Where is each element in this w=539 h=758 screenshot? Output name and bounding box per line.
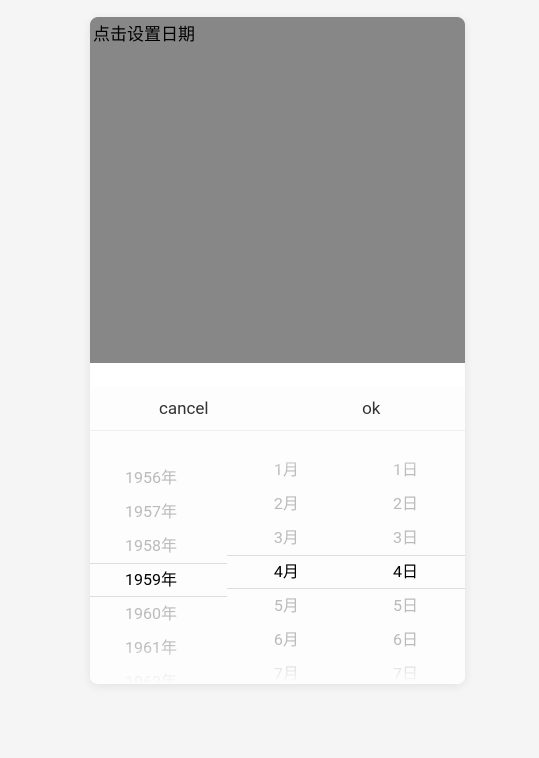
year-column[interactable]: 1956年 1957年 1958年 1959年 1960年 1961年 1962…	[90, 431, 227, 684]
year-option[interactable]: 1960年	[90, 597, 227, 631]
day-items: 1日 2日 3日 4日 5日 6日 7日	[346, 453, 465, 684]
day-option[interactable]: 6日	[346, 623, 465, 657]
cancel-button[interactable]: cancel	[90, 387, 278, 430]
month-option[interactable]: 6月	[227, 623, 346, 657]
month-option-selected[interactable]: 4月	[227, 555, 346, 589]
month-items: 1月 2月 3月 4月 5月 6月 7月	[227, 453, 346, 684]
day-option[interactable]: 1日	[346, 453, 465, 487]
year-option[interactable]: 1958年	[90, 529, 227, 563]
picker-columns: 1956年 1957年 1958年 1959年 1960年 1961年 1962…	[90, 431, 465, 684]
year-option[interactable]: 1962年	[90, 665, 227, 684]
day-option-selected[interactable]: 4日	[346, 555, 465, 589]
date-picker: cancel ok 1956年 1957年 1958年 1959年 1960年 …	[90, 387, 465, 684]
day-option[interactable]: 5日	[346, 589, 465, 623]
modal-backdrop[interactable]: 点击设置日期	[90, 17, 465, 363]
year-option[interactable]: 1961年	[90, 631, 227, 665]
month-option[interactable]: 2月	[227, 487, 346, 521]
month-option[interactable]: 5月	[227, 589, 346, 623]
month-option[interactable]: 7月	[227, 657, 346, 684]
device-frame: 点击设置日期 cancel ok 1956年 1957年 1958年 1959年…	[90, 17, 465, 684]
day-column[interactable]: 1日 2日 3日 4日 5日 6日 7日	[346, 431, 465, 684]
month-option[interactable]: 1月	[227, 453, 346, 487]
year-option[interactable]: 1956年	[90, 461, 227, 495]
page-title[interactable]: 点击设置日期	[93, 20, 195, 45]
month-option[interactable]: 3月	[227, 521, 346, 555]
day-option[interactable]: 3日	[346, 521, 465, 555]
year-option-selected[interactable]: 1959年	[90, 563, 227, 597]
year-items: 1956年 1957年 1958年 1959年 1960年 1961年 1962…	[90, 461, 227, 684]
month-column[interactable]: 1月 2月 3月 4月 5月 6月 7月	[227, 431, 346, 684]
day-option[interactable]: 7日	[346, 657, 465, 684]
day-option[interactable]: 2日	[346, 487, 465, 521]
year-option[interactable]: 1957年	[90, 495, 227, 529]
ok-button[interactable]: ok	[278, 387, 466, 430]
picker-toolbar: cancel ok	[90, 387, 465, 431]
